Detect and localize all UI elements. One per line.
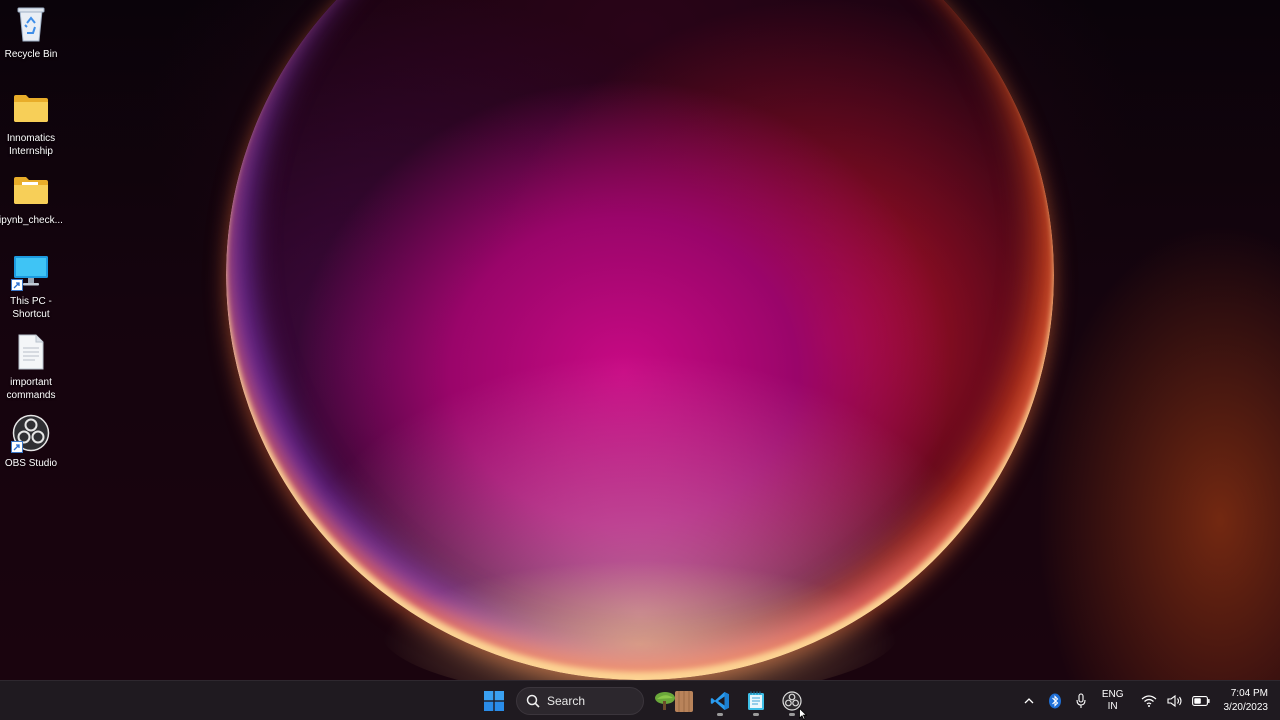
chevron-up-icon — [1024, 698, 1034, 704]
desktop-icon-label: ipynb_check... — [0, 215, 63, 226]
vscode-icon — [710, 692, 729, 710]
vscode-taskbar-button[interactable] — [705, 686, 735, 716]
system-tray: ENG IN 7:04 PM 3/20/2023 — [1016, 681, 1280, 720]
search-icon — [526, 694, 540, 708]
desktop-icon-this-pc[interactable]: This PC - Shortcut — [0, 251, 63, 321]
running-indicator — [789, 713, 795, 716]
desktop-icon-label: Innomatics Internship — [6, 133, 56, 157]
desktop-icon-innomatics-folder[interactable]: Innomatics Internship — [0, 88, 63, 158]
notepad-icon — [748, 691, 764, 710]
running-indicator — [717, 713, 723, 716]
shortcut-arrow-icon — [11, 279, 23, 291]
desktop-icon-ipynb-folder[interactable]: ipynb_check... — [0, 170, 63, 227]
microphone-icon — [1076, 693, 1086, 708]
desktop-icon-label: Recycle Bin — [4, 49, 58, 60]
bluetooth-tray-button[interactable] — [1044, 686, 1066, 716]
search-placeholder: Search — [547, 694, 586, 708]
taskbar-search-box[interactable]: Search — [516, 687, 644, 715]
wifi-icon — [1141, 695, 1156, 707]
windows-logo-icon — [484, 691, 504, 711]
desktop-icon-obs-studio[interactable]: OBS Studio — [0, 413, 63, 470]
start-button[interactable] — [479, 686, 509, 716]
running-indicator — [753, 713, 759, 716]
network-tray-button[interactable] — [1138, 686, 1160, 716]
battery-tray-button[interactable] — [1190, 686, 1212, 716]
input-language-indicator[interactable]: ENG IN — [1102, 689, 1124, 713]
desktop-icon-recycle-bin[interactable]: Recycle Bin — [0, 4, 63, 61]
microphone-tray-button[interactable] — [1070, 686, 1092, 716]
folder-with-files-icon — [11, 170, 51, 210]
widgets-icon — [655, 691, 693, 712]
desktop-icon-label: This PC - Shortcut — [10, 296, 52, 320]
bluetooth-icon — [1048, 693, 1061, 709]
language-code: ENG — [1101, 689, 1124, 700]
widgets-button[interactable] — [651, 686, 699, 716]
desktop-wallpaper[interactable] — [0, 0, 1280, 680]
taskbar-clock[interactable]: 7:04 PM 3/20/2023 — [1224, 687, 1269, 715]
desktop-icon-label: OBS Studio — [4, 458, 58, 469]
volume-tray-button[interactable] — [1164, 686, 1186, 716]
desktop-icon-important-commands[interactable]: important commands — [0, 332, 63, 402]
recycle-bin-icon — [11, 4, 51, 44]
notepad-taskbar-button[interactable] — [741, 686, 771, 716]
folder-icon — [11, 88, 51, 128]
battery-icon — [1191, 696, 1210, 706]
taskbar-apps: Search — [476, 681, 810, 720]
mouse-cursor-icon — [799, 708, 807, 720]
region-code: IN — [1107, 701, 1118, 712]
clock-time: 7:04 PM — [1230, 688, 1268, 699]
shortcut-arrow-icon — [11, 441, 23, 453]
clock-date: 3/20/2023 — [1223, 702, 1269, 713]
taskbar: Search ENG IN 7:04 PM 3/20/2023 — [0, 680, 1280, 720]
desktop-icon-label: important commands — [6, 377, 56, 401]
obs-studio-icon — [11, 413, 51, 453]
show-hidden-icons-button[interactable] — [1018, 686, 1040, 716]
speaker-icon — [1166, 694, 1182, 708]
text-document-icon — [11, 332, 51, 372]
computer-monitor-icon — [11, 251, 51, 291]
